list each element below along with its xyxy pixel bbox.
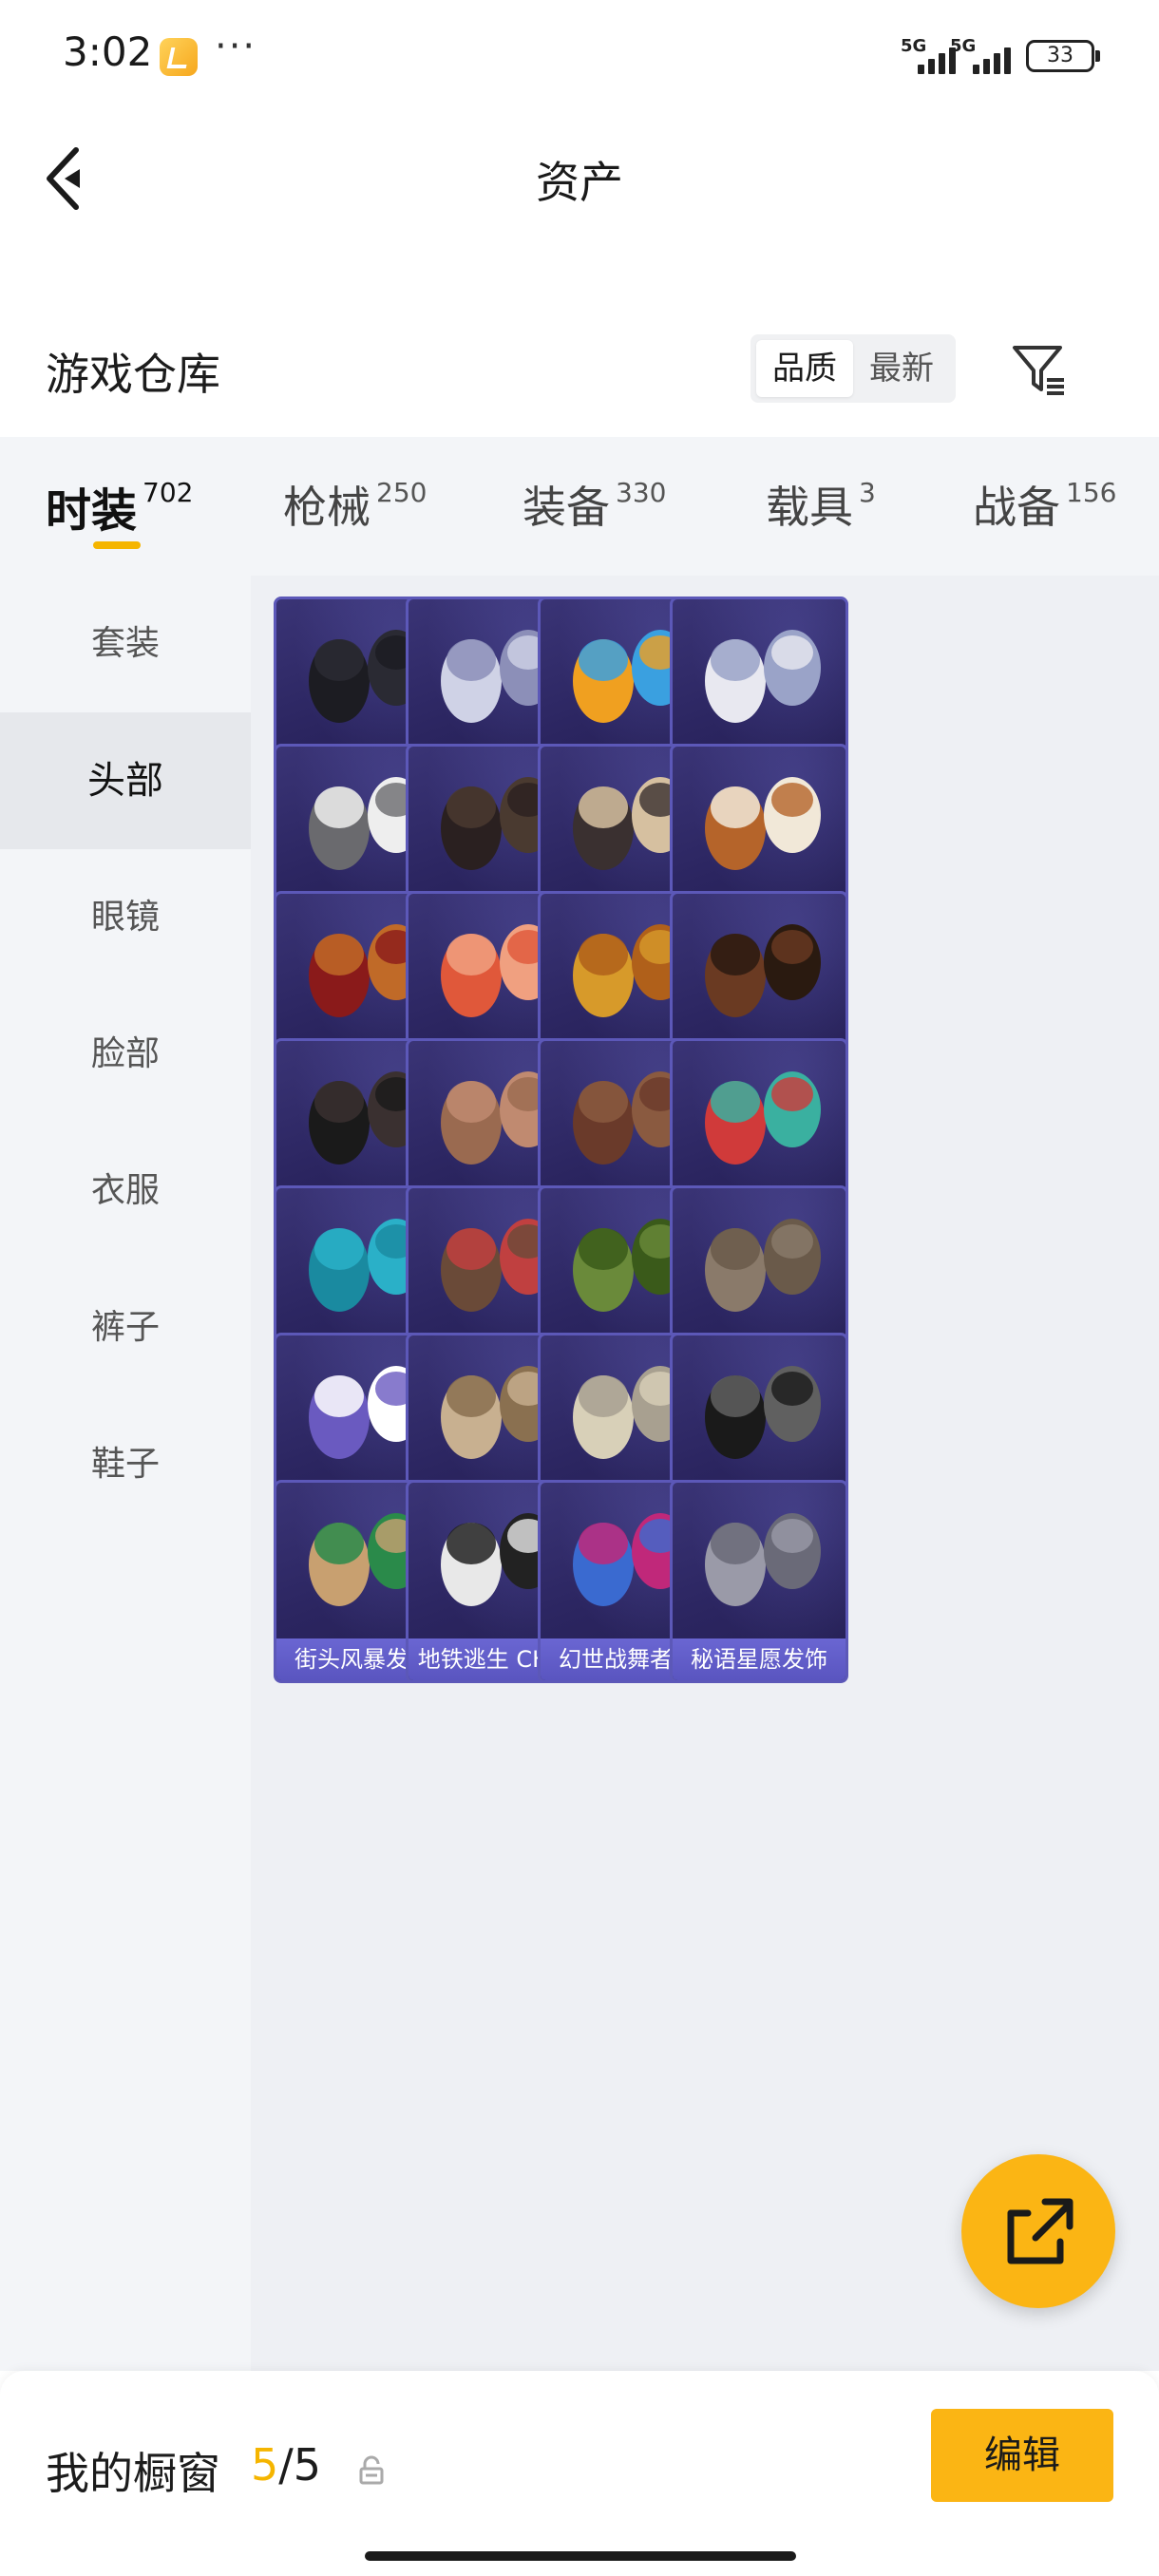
bottom-bar: 我的橱窗 5/5 编辑 <box>0 2371 1159 2576</box>
sort-quality-button[interactable]: 品质 <box>756 340 853 397</box>
sidebar: 套装 头部 眼镜 脸部 衣服 裤子 鞋子 <box>0 576 251 2371</box>
sidebar-item-shoes[interactable]: 鞋子 <box>0 1396 251 1533</box>
warehouse-title: 游戏仓库 <box>46 349 220 400</box>
sort-toggle: 品质 最新 <box>750 334 956 403</box>
item-card[interactable]: 秘语星愿发饰 <box>670 1480 848 1683</box>
category-tabs: 时装 702 枪械 250 装备 330 载具 3 战备 156 <box>0 437 1159 576</box>
sidebar-item-pants[interactable]: 裤子 <box>0 1260 251 1396</box>
tab-equipment[interactable]: 装备 330 <box>522 473 666 536</box>
home-indicator[interactable] <box>365 2551 796 2561</box>
sidebar-item-face[interactable]: 脸部 <box>0 986 251 1123</box>
item-name: 秘语星愿发饰 <box>673 1638 846 1680</box>
share-icon <box>1007 2198 1074 2264</box>
tab-fashion[interactable]: 时装 702 <box>46 473 193 540</box>
sidebar-item-glasses[interactable]: 眼镜 <box>0 849 251 986</box>
battery-level: 33 <box>1047 44 1074 67</box>
showcase-count: 5/5 <box>251 2439 322 2491</box>
battery-icon: 33 <box>1026 40 1100 72</box>
sidebar-item-head[interactable]: 头部 <box>0 712 251 849</box>
tab-vehicles[interactable]: 载具 3 <box>766 473 876 536</box>
status-bar: 3:02 ··· 5G 5G 33 <box>0 0 1159 114</box>
tab-guns[interactable]: 枪械 250 <box>283 473 427 536</box>
share-button[interactable] <box>961 2154 1115 2308</box>
more-notifications-icon: ··· <box>215 25 257 68</box>
showcase-label: 我的橱窗 <box>46 2448 220 2499</box>
lock-icon <box>359 2455 384 2485</box>
filter-button[interactable] <box>1005 334 1074 403</box>
item-grid: 燕雀桃枝发饰锦灰蝶梦发饰云宝联名款…彩旗巡礼头饰雪鹰学院头饰遗迹猎人发饰地铁逃生… <box>251 576 1159 2371</box>
notification-app-icon <box>160 38 198 76</box>
sidebar-item-clothes[interactable]: 衣服 <box>0 1123 251 1260</box>
sort-newest-button[interactable]: 最新 <box>853 340 950 397</box>
page-title: 资产 <box>536 157 623 208</box>
active-tab-indicator <box>93 541 141 549</box>
tab-combat-gear[interactable]: 战备 156 <box>973 473 1116 536</box>
edit-button[interactable]: 编辑 <box>931 2409 1113 2502</box>
signal-icon-2: 5G <box>950 36 1022 74</box>
status-time: 3:02 <box>63 28 153 75</box>
filter-icon <box>1013 346 1064 395</box>
sidebar-item-outfit[interactable]: 套装 <box>0 576 251 712</box>
